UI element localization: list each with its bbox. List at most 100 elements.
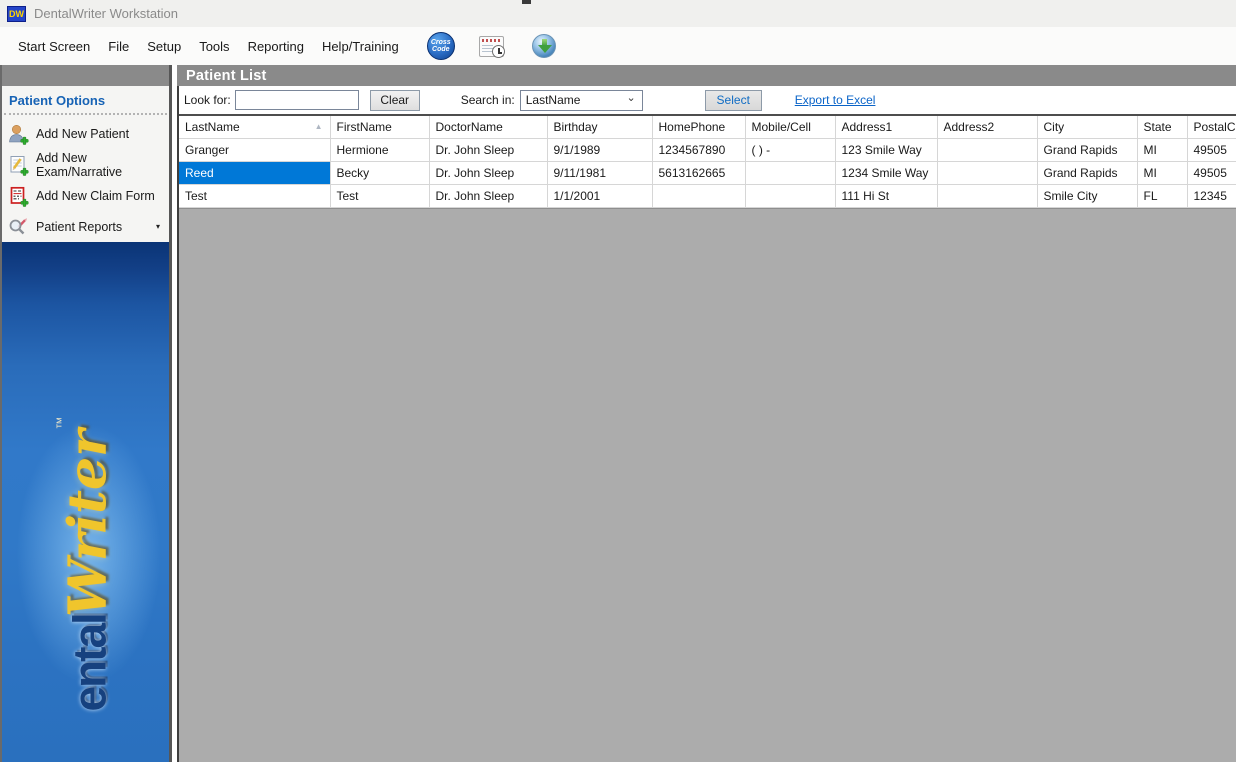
- patient-reports-icon: [9, 217, 27, 234]
- logo-text-dental: ental: [63, 614, 115, 712]
- cell-address1[interactable]: 123 Smile Way: [835, 138, 938, 162]
- menu-help-training[interactable]: Help/Training: [322, 39, 399, 54]
- sidebar-item-label: Add New Patient: [36, 126, 130, 141]
- content-area: Patient List Look for: Clear Search in: …: [177, 65, 1236, 762]
- page-title: Patient List: [177, 65, 1236, 86]
- cell-city[interactable]: Grand Rapids: [1037, 161, 1138, 185]
- column-header-lastname[interactable]: LastName ▲: [179, 116, 331, 139]
- brand-panel: entalWriter™: [2, 242, 169, 762]
- app-logo-icon: DW: [7, 5, 26, 22]
- patient-table-container: LastName ▲ FirstName DoctorName Birthday…: [179, 114, 1236, 208]
- cell-state[interactable]: FL: [1137, 184, 1188, 208]
- menu-file[interactable]: File: [108, 39, 129, 54]
- sidebar-item-patient-reports[interactable]: Patient Reports ▾: [2, 211, 169, 242]
- sidebar-item-add-new-patient[interactable]: Add New Patient: [2, 118, 169, 149]
- sidebar-item-label: Add New Claim Form: [36, 188, 155, 203]
- table-header-row: LastName ▲ FirstName DoctorName Birthday…: [179, 116, 1236, 139]
- trademark-symbol: ™: [53, 416, 68, 430]
- look-for-input[interactable]: [234, 90, 359, 110]
- cell-city[interactable]: Grand Rapids: [1037, 138, 1138, 162]
- appointments-calendar-icon[interactable]: [478, 35, 505, 58]
- cell-city[interactable]: Smile City: [1037, 184, 1138, 208]
- cell-address1[interactable]: 111 Hi St: [835, 184, 938, 208]
- title-bar: DW DentalWriter Workstation: [0, 0, 1236, 27]
- sidebar-item-label: Patient Reports: [36, 219, 123, 234]
- search-in-dropdown[interactable]: LastName ⌄: [519, 89, 643, 111]
- look-for-label: Look for:: [184, 93, 231, 107]
- crosscode-label-line1: Cross: [430, 38, 451, 46]
- screen-artifact: [522, 0, 531, 4]
- cell-postalcode[interactable]: 12345: [1187, 184, 1236, 208]
- column-header-mobilecell[interactable]: Mobile/Cell: [745, 116, 836, 139]
- column-header-doctorname[interactable]: DoctorName: [429, 116, 548, 139]
- table-row: Reed Becky Dr. John Sleep 9/11/1981 5613…: [179, 161, 1236, 185]
- sidebar-item-add-new-exam-narrative[interactable]: Add New Exam/Narrative: [2, 149, 169, 180]
- sort-ascending-icon: ▲: [314, 122, 323, 132]
- cell-homephone[interactable]: 1234567890: [652, 138, 746, 162]
- menu-reporting[interactable]: Reporting: [248, 39, 304, 54]
- sidebar-top-bar: [2, 65, 169, 86]
- cell-homephone[interactable]: [652, 184, 746, 208]
- app-window: DW DentalWriter Workstation Start Screen…: [0, 0, 1236, 762]
- dotted-divider: [4, 113, 167, 115]
- cell-address2[interactable]: [937, 138, 1038, 162]
- export-to-excel-link[interactable]: Export to Excel: [795, 93, 876, 107]
- cell-mobilecell[interactable]: ( ) -: [745, 138, 836, 162]
- crosscode-label-line2: Code: [432, 46, 450, 53]
- clear-button[interactable]: Clear: [369, 89, 420, 111]
- menu-start-screen[interactable]: Start Screen: [18, 39, 90, 54]
- cell-lastname[interactable]: Test: [179, 184, 331, 208]
- cell-mobilecell[interactable]: [745, 184, 836, 208]
- column-header-state[interactable]: State: [1137, 116, 1188, 139]
- search-in-selected-value: LastName: [525, 93, 581, 107]
- content-body: Look for: Clear Search in: LastName ⌄ Se…: [177, 86, 1236, 762]
- cell-firstname[interactable]: Test: [330, 184, 430, 208]
- column-header-firstname[interactable]: FirstName: [330, 116, 430, 139]
- sidebar-item-label: Add New Exam/Narrative: [36, 150, 123, 179]
- logo-text-writer: Writer: [57, 429, 118, 618]
- sidebar-item-add-new-claim-form[interactable]: Add New Claim Form: [2, 180, 169, 211]
- menu-bar: Start Screen File Setup Tools Reporting …: [0, 27, 1236, 65]
- cell-firstname[interactable]: Becky: [330, 161, 430, 185]
- web-download-globe-icon[interactable]: [531, 34, 556, 58]
- column-header-birthday[interactable]: Birthday: [547, 116, 653, 139]
- add-exam-icon: [10, 155, 29, 176]
- column-header-homephone[interactable]: HomePhone: [652, 116, 746, 139]
- clock-icon: [491, 44, 505, 58]
- add-patient-icon: [9, 124, 29, 145]
- window-title: DentalWriter Workstation: [34, 6, 179, 21]
- reports-dropdown-icon[interactable]: ▾: [156, 222, 160, 231]
- cell-postalcode[interactable]: 49505: [1187, 161, 1236, 185]
- cell-address1[interactable]: 1234 Smile Way: [835, 161, 938, 185]
- cell-address2[interactable]: [937, 161, 1038, 185]
- cell-state[interactable]: MI: [1137, 161, 1188, 185]
- cell-birthday[interactable]: 9/1/1989: [547, 138, 653, 162]
- search-in-label: Search in:: [460, 93, 515, 107]
- cell-doctorname[interactable]: Dr. John Sleep: [429, 138, 548, 162]
- calendar-marks: [481, 38, 501, 42]
- menu-tools[interactable]: Tools: [199, 39, 229, 54]
- add-claim-icon: [10, 186, 29, 207]
- cell-state[interactable]: MI: [1137, 138, 1188, 162]
- table-row: Test Test Dr. John Sleep 1/1/2001 111 Hi…: [179, 184, 1236, 208]
- cell-homephone[interactable]: 5613162665: [652, 161, 746, 185]
- cell-firstname[interactable]: Hermione: [330, 138, 430, 162]
- cell-lastname[interactable]: Granger: [179, 138, 331, 162]
- cell-lastname-selected[interactable]: Reed: [179, 161, 331, 185]
- column-header-city[interactable]: City: [1037, 116, 1138, 139]
- column-label: LastName: [185, 119, 240, 134]
- column-header-address1[interactable]: Address1: [835, 116, 938, 139]
- cell-birthday[interactable]: 9/11/1981: [547, 161, 653, 185]
- cell-mobilecell[interactable]: [745, 161, 836, 185]
- crosscode-icon[interactable]: Cross Code: [426, 32, 455, 60]
- dentalwriter-logo: entalWriter™: [53, 417, 118, 712]
- column-header-address2[interactable]: Address2: [937, 116, 1038, 139]
- menu-setup[interactable]: Setup: [147, 39, 181, 54]
- cell-doctorname[interactable]: Dr. John Sleep: [429, 184, 548, 208]
- select-button[interactable]: Select: [704, 89, 762, 111]
- cell-address2[interactable]: [937, 184, 1038, 208]
- column-header-postalcode[interactable]: PostalCode: [1187, 116, 1236, 139]
- cell-doctorname[interactable]: Dr. John Sleep: [429, 161, 548, 185]
- cell-postalcode[interactable]: 49505: [1187, 138, 1236, 162]
- cell-birthday[interactable]: 1/1/2001: [547, 184, 653, 208]
